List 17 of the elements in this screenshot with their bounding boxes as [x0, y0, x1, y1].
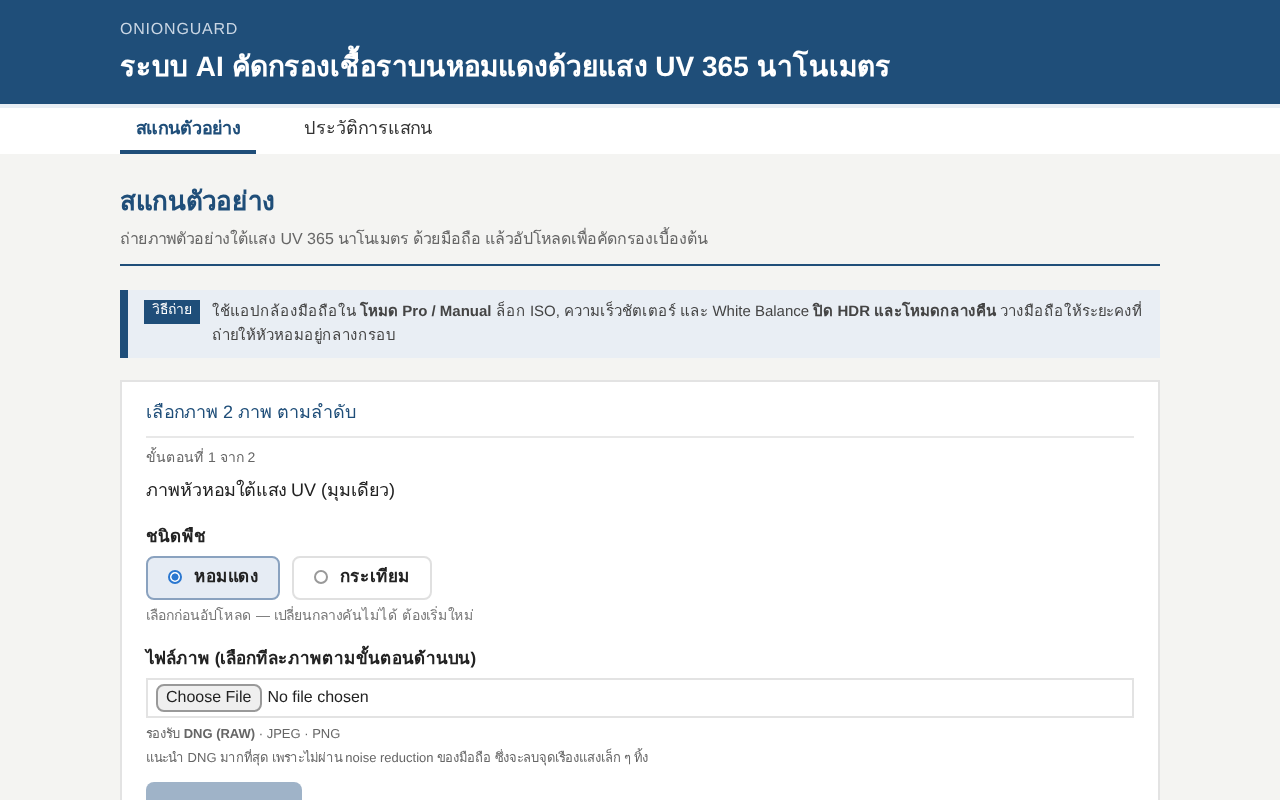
brand-label: ONIONGUARD: [120, 18, 241, 42]
file-status: No file chosen: [267, 686, 369, 710]
app-title: ระบบ AI คัดกรองเชื้อราบนหอมแดงด้วยแสง UV 365 นาโนเมตร: [120, 46, 1160, 88]
radio-icon: [314, 570, 328, 585]
tab[interactable]: ประวัติการแสกน: [288, 108, 448, 154]
crop-label: ชนิดพืช: [146, 524, 208, 550]
step-title: ภาพหัวหอมใต้แสง UV (มุมเดียว): [146, 477, 397, 504]
card-title: เลือกภาพ 2 ภาพ ตามลำดับ: [146, 399, 1134, 438]
tab[interactable]: สแกนตัวอย่าง: [120, 108, 256, 154]
crop-option[interactable]: กระเทียม: [292, 555, 432, 600]
crop-option[interactable]: หอมแดง: [146, 555, 280, 600]
radio-icon: [168, 570, 182, 585]
section-subtitle: ถ่ายภาพตัวอย่างใต้แสง UV 365 นาโนเมตร ด้วยมือถือ แล้วอัปโหลดเพื่อคัดกรองเบื้องต้น: [120, 227, 710, 251]
section-title: สแกนตัวอย่าง: [120, 184, 276, 220]
file-label: ไฟล์ภาพ (เลือกทีละภาพตามขั้นตอนด้านบน): [146, 646, 479, 672]
choose-file-button[interactable]: Choose File: [156, 684, 262, 712]
file-field[interactable]: Choose File No file chosen: [146, 678, 1134, 718]
